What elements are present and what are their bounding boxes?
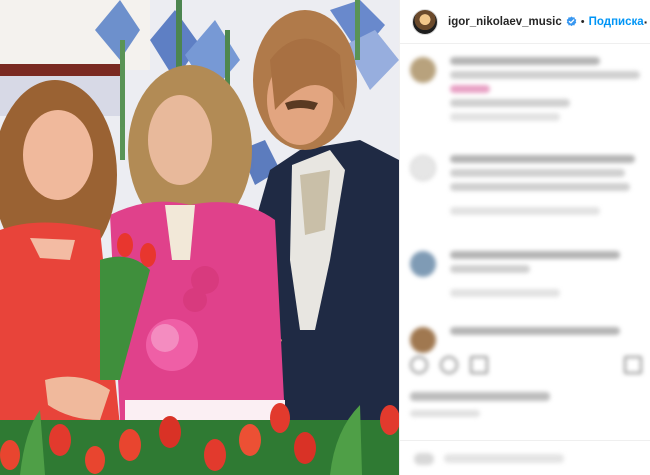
heart-icon[interactable] (410, 356, 428, 374)
post-header: igor_nikolaev_music • Подписка ··· (400, 0, 650, 44)
comment-item (410, 57, 642, 127)
comment-avatar[interactable] (410, 327, 436, 353)
add-comment-bar (400, 440, 650, 475)
post-actions (410, 356, 642, 376)
comment-input[interactable] (444, 454, 564, 463)
comment-icon[interactable] (440, 356, 458, 374)
bookmark-icon[interactable] (624, 356, 642, 374)
post-side-panel: igor_nikolaev_music • Подписка ··· (399, 0, 650, 475)
verified-badge-icon (566, 16, 577, 27)
share-icon[interactable] (470, 356, 488, 374)
avatar[interactable] (412, 8, 438, 35)
comment-avatar[interactable] (410, 251, 436, 277)
comment-item (410, 251, 642, 303)
username-link[interactable]: igor_nikolaev_music (448, 16, 562, 28)
separator-dot: • (580, 15, 585, 28)
likes-count[interactable] (410, 392, 550, 401)
post-photo[interactable] (0, 0, 399, 475)
post-date (410, 410, 480, 417)
comment-avatar[interactable] (410, 57, 436, 83)
comment-item (410, 155, 642, 221)
comment-item (410, 327, 642, 353)
emoji-icon[interactable] (414, 453, 434, 465)
follow-button[interactable]: Подписка (589, 16, 644, 28)
comment-avatar[interactable] (410, 155, 436, 181)
photo-image (0, 0, 399, 475)
more-options-icon[interactable]: ··· (644, 15, 650, 29)
